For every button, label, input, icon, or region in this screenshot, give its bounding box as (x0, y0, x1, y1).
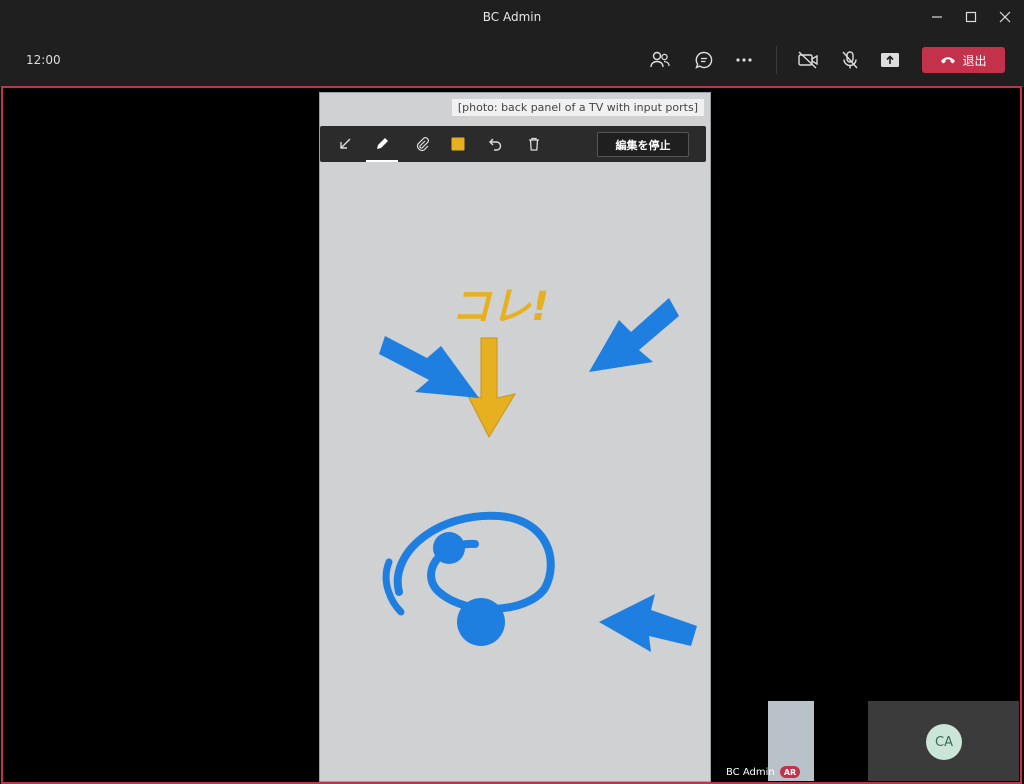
remote-participant-name: BC Admin (726, 767, 775, 778)
window-title: BC Admin (482, 10, 542, 24)
leave-button[interactable]: 退出 (922, 47, 1005, 73)
blue-arrow-right (589, 298, 679, 372)
more-icon[interactable] (732, 48, 756, 72)
pen-icon[interactable] (364, 130, 400, 162)
minimize-icon[interactable] (920, 0, 954, 34)
blue-dot-lower (457, 598, 505, 646)
video-stage: [photo: back panel of a TV with input po… (1, 86, 1022, 784)
maximize-icon[interactable] (954, 0, 988, 34)
shared-video-feed: [photo: back panel of a TV with input po… (319, 92, 711, 782)
annotation-text: コレ! (451, 284, 549, 330)
camera-off-icon[interactable] (796, 48, 820, 72)
ink-annotations: コレ! (379, 284, 697, 652)
attach-icon[interactable] (404, 130, 440, 158)
blue-arrow-bottom (599, 594, 697, 652)
share-screen-icon[interactable] (878, 48, 902, 72)
leave-label: 退出 (962, 53, 987, 68)
collapse-icon[interactable] (327, 130, 363, 158)
toolbar-divider (776, 46, 777, 74)
close-icon[interactable] (988, 0, 1022, 34)
blue-dot-upper (433, 532, 465, 564)
title-bar: BC Admin (0, 0, 1024, 34)
meeting-timer: 12:00 (26, 53, 61, 67)
chat-icon[interactable] (692, 48, 716, 72)
blue-scribble (393, 511, 555, 613)
stop-editing-button[interactable]: 編集を停止 (597, 132, 689, 157)
delete-icon[interactable] (516, 130, 552, 158)
mic-off-icon[interactable] (838, 48, 862, 72)
avatar: CA (926, 724, 962, 760)
ar-badge: AR (780, 766, 800, 778)
undo-icon[interactable] (478, 130, 514, 158)
people-icon[interactable] (648, 48, 672, 72)
color-swatch-icon[interactable] (440, 130, 476, 158)
meeting-toolbar: 12:00 退出 (0, 34, 1024, 87)
blue-arrow-left (379, 336, 479, 398)
phone-hangup-icon (941, 57, 956, 64)
yellow-arrow (466, 337, 517, 439)
